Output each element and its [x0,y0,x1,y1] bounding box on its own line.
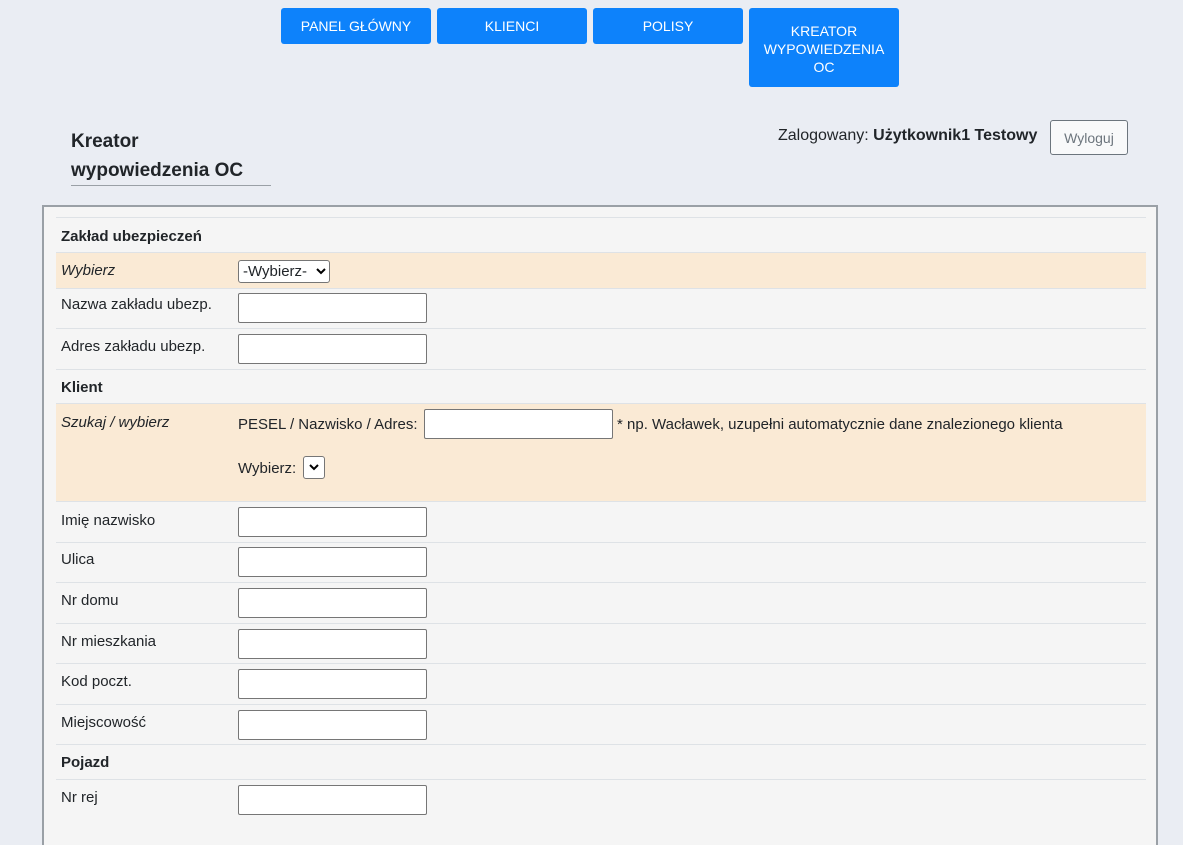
street-label: Ulica [61,551,95,568]
section-row-insurer: Zakład ubezpieczeń [56,218,1146,253]
insurer-select-label: Wybierz [61,262,116,279]
client-search-hint: * np. Wacławek, uzupełni automatycznie d… [617,416,1063,433]
client-name-label: Imię nazwisko [61,512,156,529]
reg-no-input[interactable] [238,785,427,815]
section-row-vehicle: Pojazd [56,745,1146,780]
city-row: Miejscowość [56,705,1146,745]
chevron-down-icon [316,268,326,275]
flat-no-label: Nr mieszkania [61,633,157,650]
insurer-select-row: Wybierz -Wybierz- [56,253,1146,289]
section-title-client: Klient [61,379,103,396]
street-row: Ulica [56,543,1146,583]
client-search-prompt: PESEL / Nazwisko / Adres: [238,416,418,433]
street-input[interactable] [238,547,427,577]
postcode-input[interactable] [238,669,427,699]
insurer-address-row: Adres zakładu ubezp. [56,329,1146,370]
page-title: Kreator wypowiedzenia OC [71,127,271,186]
insurer-address-input[interactable] [238,334,427,364]
section-title-insurer: Zakład ubezpieczeń [61,228,202,245]
nav-oc-cancellation-button[interactable]: KREATOR WYPOWIEDZENIA OC [749,8,899,87]
logged-user-info: Zalogowany: Użytkownik1 Testowy [778,127,1037,145]
client-name-input[interactable] [238,507,427,537]
client-search-label: Szukaj / wybierz [61,414,170,431]
form-table: Zakład ubezpieczeń Wybierz -Wybierz- Naz… [56,217,1146,820]
user-name: Użytkownik1 Testowy [873,127,1038,144]
house-no-input[interactable] [238,588,427,618]
reg-no-row: Nr rej [56,780,1146,820]
chevron-down-icon [309,464,319,471]
nav-policies-button[interactable]: POLISY [593,8,743,44]
flat-no-row: Nr mieszkania [56,624,1146,664]
logged-prefix: Zalogowany: [778,127,874,144]
postcode-label: Kod poczt. [61,673,132,690]
insurer-select-value: -Wybierz- [243,263,308,280]
insurer-select[interactable]: -Wybierz- [238,260,330,283]
nav-panel-button[interactable]: PANEL GŁÓWNY [281,8,431,44]
reg-no-label: Nr rej [61,789,98,806]
nav-clients-button[interactable]: KLIENCI [437,8,587,44]
client-pick-label: Wybierz: [238,460,297,477]
house-no-row: Nr domu [56,583,1146,624]
city-label: Miejscowość [61,714,147,731]
insurer-address-label: Adres zakładu ubezp. [61,338,206,355]
section-title-vehicle: Pojazd [61,754,110,771]
insurer-name-label: Nazwa zakładu ubezp. [61,296,212,313]
form-panel: Zakład ubezpieczeń Wybierz -Wybierz- Naz… [42,205,1158,845]
section-row-client: Klient [56,370,1146,404]
postcode-row: Kod poczt. [56,664,1146,705]
logout-button[interactable]: Wyloguj [1050,120,1128,155]
flat-no-input[interactable] [238,629,427,659]
client-pick-select[interactable] [303,456,325,479]
house-no-label: Nr domu [61,592,119,609]
insurer-name-row: Nazwa zakładu ubezp. [56,289,1146,329]
city-input[interactable] [238,710,427,740]
client-name-row: Imię nazwisko [56,502,1146,543]
client-search-row: Szukaj / wybierz PESEL / Nazwisko / Adre… [56,404,1146,502]
client-search-input[interactable] [424,409,613,439]
insurer-name-input[interactable] [238,293,427,323]
